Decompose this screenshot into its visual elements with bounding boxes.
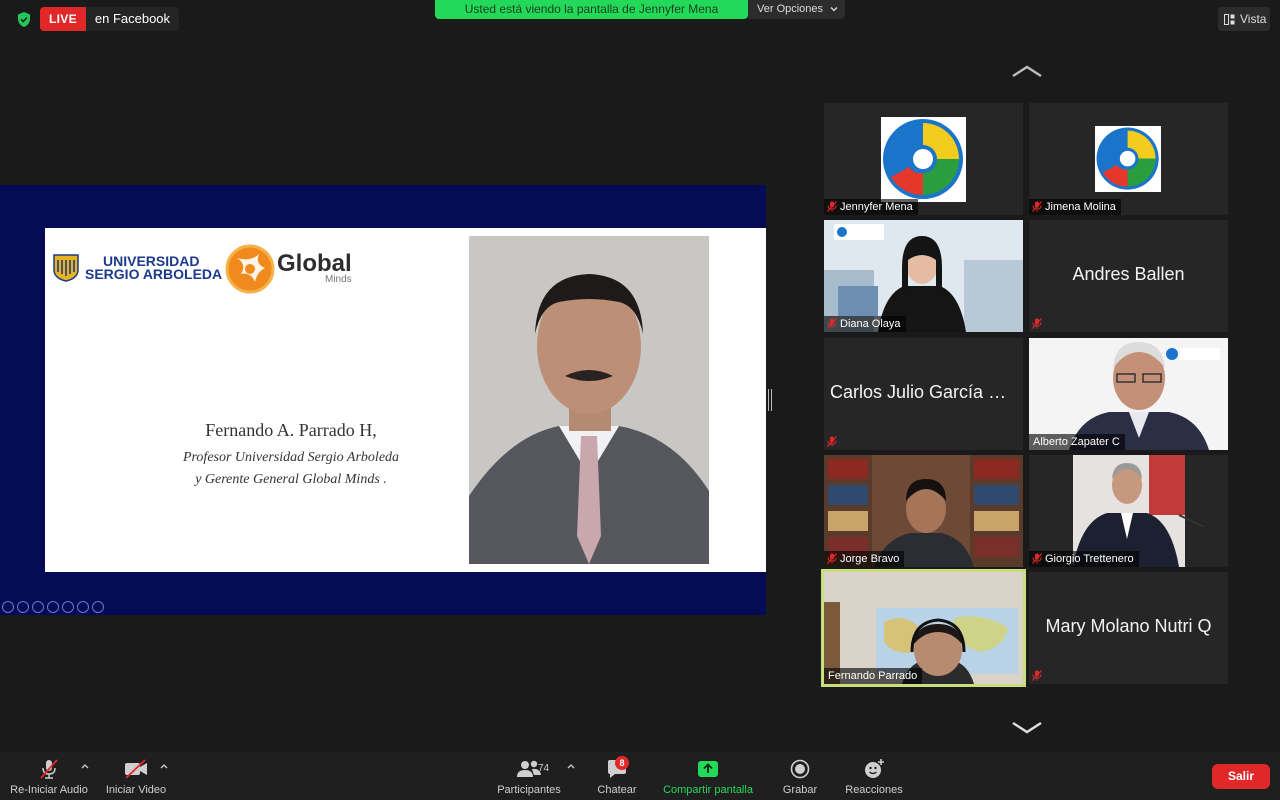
shared-screen[interactable]: UNIVERSIDAD SERGIO ARBOLEDA Global Minds… xyxy=(0,185,766,615)
more-options-icon[interactable] xyxy=(92,601,104,613)
record-button-label: Grabar xyxy=(782,784,818,796)
slide-grid-icon[interactable] xyxy=(47,601,59,613)
video-button-label: Iniciar Video xyxy=(105,784,167,796)
global-minds-wordmark: Global xyxy=(277,250,352,277)
view-options-label: Ver Opciones xyxy=(757,3,824,15)
chat-button-label: Chatear xyxy=(597,784,637,796)
camara-pacifico-logo-icon xyxy=(1095,126,1161,192)
chat-button[interactable]: 8 Chatear xyxy=(594,756,640,796)
grid-view-icon xyxy=(1224,13,1235,25)
screen-share-notice: Usted está viendo la pantalla de Jennyfe… xyxy=(435,0,748,19)
chat-unread-badge: 8 xyxy=(615,756,629,770)
muted-mic-icon xyxy=(827,201,837,212)
participant-tile[interactable]: Andres Ballen xyxy=(1029,220,1228,332)
participant-tile[interactable]: Carlos Julio García Ro... xyxy=(824,338,1023,450)
participants-options-caret-icon[interactable] xyxy=(567,763,575,769)
participant-tile[interactable]: Giorgio Trettenero xyxy=(1029,455,1228,567)
slide-navigation-toolbar xyxy=(2,601,104,613)
participant-tile[interactable]: Jorge Bravo xyxy=(824,455,1023,567)
split-view-resize-handle[interactable] xyxy=(768,389,772,411)
participant-display-name: Andres Ballen xyxy=(1072,264,1185,284)
speaker-role-line2: y Gerente General Global Minds . xyxy=(195,472,387,487)
muted-microphone-icon xyxy=(40,759,58,779)
speaker-name: Fernando A. Parrado H, xyxy=(205,420,377,440)
participants-count: 74 xyxy=(538,763,550,774)
muted-mic-icon xyxy=(1032,201,1042,212)
participant-name: Fernando Parrado xyxy=(824,668,923,684)
presentation-slide: UNIVERSIDAD SERGIO ARBOLEDA Global Minds… xyxy=(45,228,766,572)
meeting-controls-toolbar: Re-Iniciar Audio Iniciar Video 74 Partic… xyxy=(0,752,1280,800)
captions-icon[interactable] xyxy=(77,601,89,613)
participants-button-label: Participantes xyxy=(497,784,561,796)
global-minds-mark-icon xyxy=(225,244,275,294)
reactions-button-label: Reacciones xyxy=(845,784,903,796)
view-button-label: Vista xyxy=(1240,12,1267,26)
participant-name: Jennyfer Mena xyxy=(824,199,918,215)
global-minds-logo: Global Minds xyxy=(225,242,352,296)
reactions-smiley-icon xyxy=(865,759,884,778)
participant-tile[interactable]: Jimena Molina xyxy=(1029,103,1228,215)
gallery-scroll-up-icon[interactable] xyxy=(1011,64,1043,78)
muted-mic-icon xyxy=(827,436,837,447)
participants-button[interactable]: 74 Participantes xyxy=(496,758,562,796)
audio-button-label: Re-Iniciar Audio xyxy=(10,784,88,796)
pen-tool-icon[interactable] xyxy=(32,601,44,613)
leave-meeting-button[interactable]: Salir xyxy=(1212,764,1270,789)
view-options-button[interactable]: Ver Opciones xyxy=(748,0,845,19)
view-button[interactable]: Vista xyxy=(1218,7,1270,31)
live-platform: en Facebook xyxy=(94,11,171,26)
record-icon xyxy=(790,759,810,779)
participant-display-name: Mary Molano Nutri Q xyxy=(1045,616,1212,636)
previous-slide-icon[interactable] xyxy=(2,601,14,613)
muted-mic-icon xyxy=(1032,553,1042,564)
speaker-photo xyxy=(469,236,709,564)
participant-name: Alberto Zapater C xyxy=(1029,434,1125,450)
participant-tile-active-speaker[interactable]: Fernando Parrado xyxy=(821,569,1026,687)
live-label: LIVE xyxy=(40,7,86,31)
meeting-top-bar: LIVE en Facebook Usted está viendo la pa… xyxy=(0,0,1280,40)
university-logo: UNIVERSIDAD SERGIO ARBOLEDA xyxy=(53,254,222,282)
muted-mic-icon xyxy=(1032,670,1042,681)
participant-display-name: Carlos Julio García Ro... xyxy=(830,382,1023,402)
muted-mic-icon xyxy=(827,318,837,329)
muted-mic-icon xyxy=(827,553,837,564)
record-button[interactable]: Grabar xyxy=(780,758,820,796)
muted-mic-icon xyxy=(1032,318,1042,329)
reactions-button[interactable]: Reacciones xyxy=(843,758,905,796)
shield-icon[interactable] xyxy=(16,11,32,28)
share-screen-button-label: Compartir pantalla xyxy=(663,784,753,796)
zoom-icon[interactable] xyxy=(62,601,74,613)
share-screen-icon xyxy=(698,761,718,777)
next-slide-icon[interactable] xyxy=(17,601,29,613)
chevron-down-icon xyxy=(830,7,838,12)
participant-name: Giorgio Trettenero xyxy=(1029,551,1139,567)
participant-name: Jimena Molina xyxy=(1029,199,1121,215)
participant-tile[interactable]: Jennyfer Mena xyxy=(824,103,1023,215)
university-crest-icon xyxy=(53,254,79,282)
audio-button[interactable]: Re-Iniciar Audio xyxy=(8,758,90,796)
gallery-scroll-down-icon[interactable] xyxy=(1011,721,1043,735)
participant-tile[interactable]: Diana Olaya xyxy=(824,220,1023,332)
live-stream-badge[interactable]: LIVE en Facebook xyxy=(40,7,180,31)
camara-pacifico-logo-icon xyxy=(881,117,966,202)
university-name-line2: SERGIO ARBOLEDA xyxy=(85,266,223,282)
video-options-caret-icon[interactable] xyxy=(160,763,168,769)
participant-tile[interactable]: Mary Molano Nutri Q xyxy=(1029,572,1228,684)
speaker-role: Profesor Universidad Sergio Arboleda y G… xyxy=(145,447,437,491)
speaker-role-line1: Profesor Universidad Sergio Arboleda xyxy=(182,450,400,465)
audio-options-caret-icon[interactable] xyxy=(81,763,89,769)
participant-tile[interactable]: Alberto Zapater C xyxy=(1029,338,1228,450)
video-off-icon xyxy=(125,759,147,779)
share-screen-button[interactable]: Compartir pantalla xyxy=(660,758,756,796)
